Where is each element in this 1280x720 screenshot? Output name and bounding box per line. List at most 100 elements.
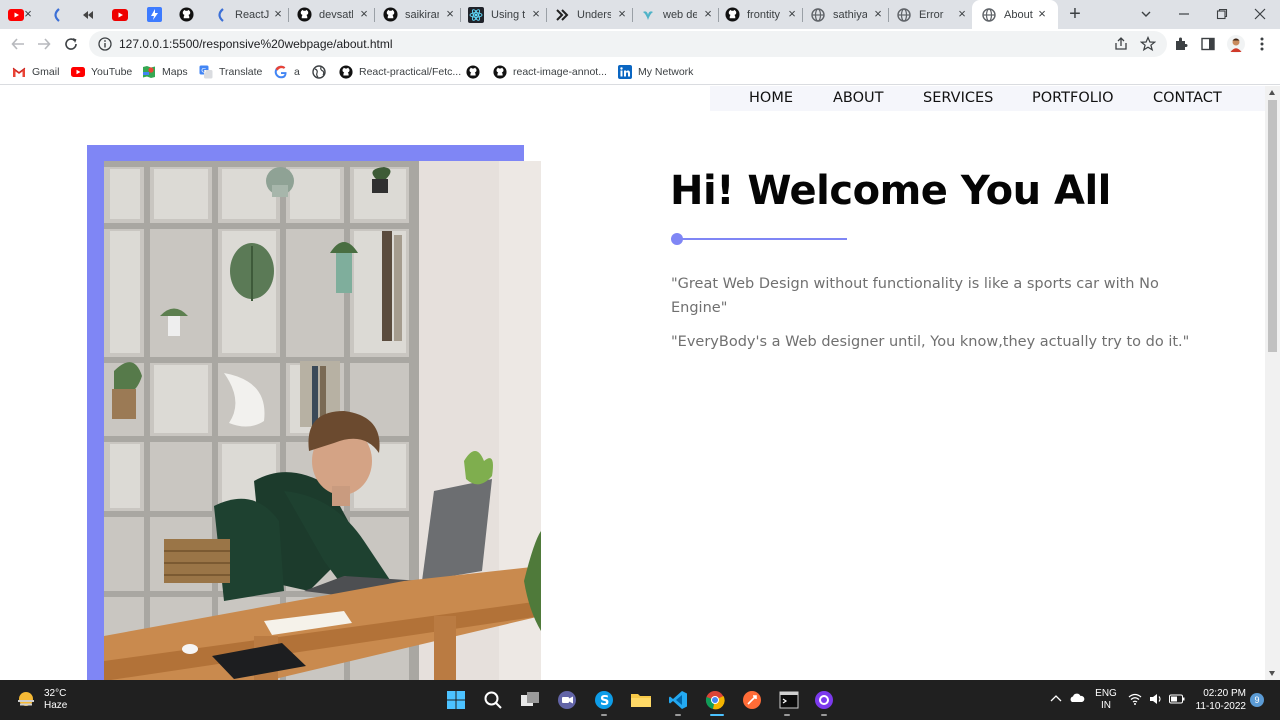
teams-chat-button[interactable] <box>555 688 579 712</box>
close-icon[interactable]: × <box>872 7 884 20</box>
file-explorer-button[interactable] <box>629 688 653 712</box>
nav-portfolio[interactable]: PORTFOLIO <box>1032 90 1114 106</box>
chrome-icon <box>705 691 725 710</box>
menu-icon[interactable] <box>1254 36 1270 52</box>
close-icon[interactable]: × <box>1036 7 1048 20</box>
tab-webdev[interactable]: web de × <box>640 0 719 29</box>
close-icon[interactable]: × <box>444 7 456 20</box>
new-tab-button[interactable]: + <box>1066 4 1084 24</box>
tab-youtube-1[interactable]: × <box>8 0 38 29</box>
side-panel-icon[interactable] <box>1200 36 1216 52</box>
language-indicator[interactable]: ENG IN <box>1094 688 1118 712</box>
close-icon[interactable]: × <box>956 7 968 20</box>
bookmark-google-a[interactable]: a <box>274 64 300 80</box>
nav-contact[interactable]: CONTACT <box>1153 90 1222 106</box>
close-icon[interactable]: × <box>272 7 284 20</box>
weather-temperature: 32°C <box>44 688 67 699</box>
address-bar[interactable]: 127.0.0.1:5500/responsive%20webpage/abou… <box>89 31 1167 57</box>
bookmark-globe[interactable] <box>312 64 332 80</box>
close-icon[interactable]: × <box>702 7 714 20</box>
bookmark-translate[interactable]: G Translate <box>199 64 262 80</box>
show-hidden-icons-button[interactable] <box>1050 693 1062 707</box>
info-icon[interactable] <box>98 37 112 51</box>
react-icon <box>468 6 484 23</box>
tab-devsath[interactable]: devsath × <box>296 0 375 29</box>
tab-frontity[interactable]: frontity × <box>724 0 803 29</box>
chrome-button[interactable] <box>703 688 727 712</box>
tab-search-button[interactable] <box>1136 4 1156 24</box>
forward-button[interactable] <box>35 35 53 53</box>
vscode-button[interactable] <box>666 688 690 712</box>
kodekloud-icon <box>212 7 228 23</box>
arrow-right-icon <box>38 38 51 50</box>
bookmark-label: Translate <box>219 66 263 78</box>
restore-button[interactable] <box>1212 4 1232 24</box>
github-desktop-button[interactable] <box>812 688 836 712</box>
clock[interactable]: 02:20 PM 11-10-2022 <box>1194 687 1246 713</box>
taskbar-app-s[interactable]: S <box>592 688 616 712</box>
tab-title: devsath <box>319 8 353 21</box>
github-icon <box>296 7 312 23</box>
taskbar-search-button[interactable] <box>481 688 505 712</box>
github-icon <box>493 65 507 79</box>
close-icon[interactable]: × <box>530 7 542 20</box>
tab-saikiran[interactable]: saikiran × <box>382 0 461 29</box>
bookmark-my-network[interactable]: My Network <box>618 64 693 80</box>
tab-kodekloud-1[interactable] <box>48 0 74 29</box>
notification-badge[interactable]: 9 <box>1250 693 1264 707</box>
tab-using[interactable]: Using th × <box>468 0 547 29</box>
tab-back[interactable] <box>80 0 106 29</box>
weather-widget[interactable]: 32°C Haze <box>16 688 67 712</box>
close-icon[interactable]: × <box>358 7 370 20</box>
bookmark-react-image[interactable]: react-image-annot... <box>493 64 607 80</box>
onedrive-button[interactable] <box>1069 693 1085 707</box>
bookmark-youtube[interactable]: YouTube <box>71 64 132 80</box>
scroll-down-arrow-icon[interactable] <box>1269 671 1275 676</box>
postman-button[interactable] <box>740 688 764 712</box>
bookmark-label: a <box>294 66 300 78</box>
scroll-up-arrow-icon[interactable] <box>1269 90 1275 95</box>
volume-button[interactable] <box>1149 693 1163 709</box>
close-icon[interactable]: × <box>786 7 798 20</box>
task-view-button[interactable] <box>518 688 542 712</box>
reload-button[interactable] <box>62 35 80 53</box>
back-button[interactable] <box>9 35 27 53</box>
page-scrollbar[interactable] <box>1265 86 1280 680</box>
clock-time: 02:20 PM <box>1203 688 1246 699</box>
terminal-button[interactable] <box>777 688 801 712</box>
bookmark-gmail[interactable]: Gmail <box>12 64 59 80</box>
tab-github-1[interactable] <box>178 0 204 29</box>
close-window-button[interactable] <box>1250 4 1270 24</box>
battery-button[interactable] <box>1169 694 1185 708</box>
page-viewport: HOME ABOUT SERVICES PORTFOLIO CONTACT Hi… <box>0 86 1280 680</box>
avatar[interactable] <box>1227 35 1245 53</box>
nav-services[interactable]: SERVICES <box>923 90 993 106</box>
scrollbar-thumb[interactable] <box>1268 100 1277 352</box>
tab-reactjs[interactable]: ReactJS × <box>212 0 289 29</box>
minimize-button[interactable] <box>1174 4 1194 24</box>
bookmark-react-practical[interactable]: React-practical/Fetc... <box>339 64 461 80</box>
close-icon[interactable]: × <box>616 7 628 20</box>
network-button[interactable] <box>1128 693 1142 709</box>
tab-title: web de <box>663 8 697 21</box>
start-button[interactable] <box>444 688 468 712</box>
tab-error[interactable]: Error × <box>896 0 972 29</box>
bookmark-github[interactable] <box>466 64 486 80</box>
tab-lightning[interactable] <box>146 0 172 29</box>
star-icon[interactable] <box>1139 35 1157 52</box>
lightning-icon <box>146 7 162 23</box>
tab-title: Unders <box>577 8 611 21</box>
nav-about[interactable]: ABOUT <box>833 90 884 106</box>
tab-youtube-2[interactable] <box>112 0 142 29</box>
close-icon[interactable]: × <box>22 7 34 20</box>
tab-about-active[interactable]: About × <box>972 0 1058 29</box>
tab-unders[interactable]: Unders × <box>554 0 633 29</box>
extensions-icon[interactable] <box>1173 36 1189 52</box>
gmail-icon <box>12 65 26 79</box>
tab-sathiya[interactable]: sathiya × <box>810 0 889 29</box>
title-divider <box>680 238 847 240</box>
share-icon[interactable] <box>1113 36 1129 52</box>
bookmark-maps[interactable]: Maps <box>142 64 188 80</box>
nav-home[interactable]: HOME <box>749 90 793 106</box>
url-text[interactable]: 127.0.0.1:5500/responsive%20webpage/abou… <box>119 37 393 51</box>
